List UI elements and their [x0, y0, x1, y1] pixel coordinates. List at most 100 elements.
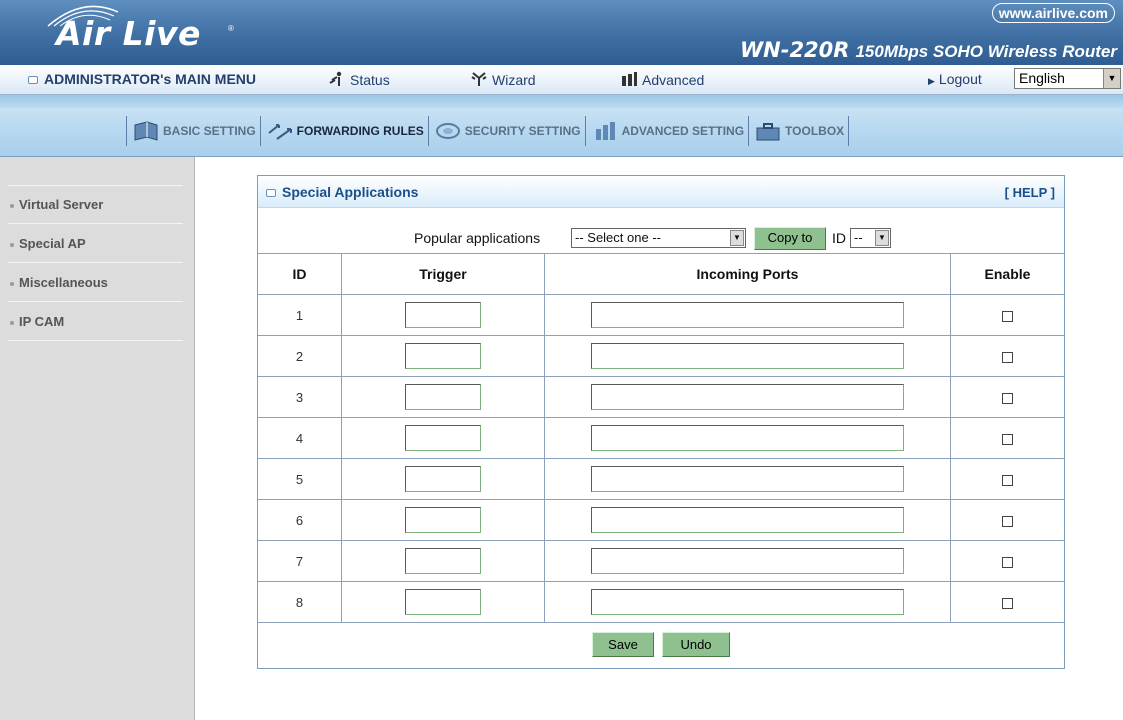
save-button[interactable]: Save [592, 632, 654, 657]
enable-cell [950, 458, 1064, 500]
enable-cell [950, 540, 1064, 582]
column-header-enable: Enable [950, 253, 1064, 295]
wizard-label: Wizard [492, 72, 536, 88]
tab-basic-setting[interactable]: BASIC SETTING [126, 116, 260, 146]
trigger-cell [341, 417, 545, 459]
advanced-menu[interactable]: Advanced [620, 71, 704, 88]
dropdown-arrow-icon: ▼ [730, 230, 744, 246]
trigger-cell [341, 458, 545, 500]
enable-cell [950, 376, 1064, 418]
notebook-icon [134, 121, 158, 141]
tab-label: FORWARDING RULES [296, 124, 424, 138]
table-row: 7 [258, 540, 1064, 582]
enable-checkbox[interactable] [1002, 515, 1013, 527]
trigger-input[interactable] [405, 548, 481, 574]
incoming-ports-input[interactable] [591, 343, 904, 369]
enable-checkbox[interactable] [1002, 310, 1013, 322]
incoming-ports-cell [544, 581, 951, 623]
admin-main-menu-label: ADMINISTRATOR's MAIN MENU [44, 71, 257, 87]
trigger-input[interactable] [405, 425, 481, 451]
trigger-input[interactable] [405, 466, 481, 492]
tab-label: TOOLBOX [785, 124, 845, 138]
sidebar-item-virtual-server[interactable]: Virtual Server [8, 186, 183, 224]
wizard-menu[interactable]: Wizard [470, 71, 536, 88]
enable-checkbox[interactable] [1002, 351, 1013, 363]
bullet-icon [10, 203, 14, 208]
panel-title-text: Special Applications [282, 184, 419, 200]
enable-cell [950, 581, 1064, 623]
table-row: 4 [258, 417, 1064, 459]
tab-label: ADVANCED SETTING [621, 124, 745, 138]
enable-checkbox[interactable] [1002, 392, 1013, 404]
header-stripe [0, 95, 1123, 108]
toolbox-icon [756, 123, 780, 141]
incoming-ports-input[interactable] [591, 589, 904, 615]
row-id: 4 [258, 417, 342, 459]
status-icon [329, 71, 342, 86]
arrows-icon [268, 124, 292, 140]
enable-checkbox[interactable] [1002, 433, 1013, 445]
enable-checkbox[interactable] [1002, 597, 1013, 609]
row-id: 3 [258, 376, 342, 418]
row-id: 5 [258, 458, 342, 500]
incoming-ports-input[interactable] [591, 466, 904, 492]
row-id: 8 [258, 581, 342, 623]
table-header-row: ID Trigger Incoming Ports Enable [258, 253, 1064, 295]
tab-toolbox[interactable]: TOOLBOX [748, 116, 850, 146]
form-actions: Save Undo [258, 618, 1064, 668]
sidebar-item-special-ap[interactable]: Special AP [8, 225, 183, 263]
category-nav: BASIC SETTING FORWARDING RULES SECURITY … [0, 108, 1123, 157]
trigger-input[interactable] [405, 507, 481, 533]
sidebar-item-label: Miscellaneous [19, 275, 108, 290]
row-id: 6 [258, 499, 342, 541]
wizard-icon [471, 72, 487, 86]
panel-title: Special Applications [266, 184, 418, 200]
sidebar-item-ip-cam[interactable]: IP CAM [8, 303, 183, 341]
sidebar-item-miscellaneous[interactable]: Miscellaneous [8, 264, 183, 302]
enable-checkbox[interactable] [1002, 556, 1013, 568]
trigger-cell [341, 376, 545, 418]
main-menu-bar: ADMINISTRATOR's MAIN MENU Status Wizard … [0, 65, 1123, 95]
enable-cell [950, 499, 1064, 541]
bullet-icon [10, 320, 14, 325]
enable-checkbox[interactable] [1002, 474, 1013, 486]
help-link[interactable]: [ HELP ] [1005, 185, 1055, 200]
trigger-input[interactable] [405, 343, 481, 369]
status-menu[interactable]: Status [328, 71, 390, 88]
panel-header: Special Applications [ HELP ] [258, 176, 1064, 208]
advanced-icon [622, 72, 637, 86]
copy-to-button[interactable]: Copy to [754, 227, 826, 250]
popular-applications-select[interactable]: -- Select one -- ▼ [571, 228, 746, 248]
dropdown-arrow-icon: ▼ [1103, 69, 1120, 88]
id-select[interactable]: -- ▼ [850, 228, 891, 248]
website-link[interactable]: www.airlive.com [991, 3, 1115, 23]
incoming-ports-cell [544, 417, 951, 459]
undo-button[interactable]: Undo [662, 632, 730, 657]
incoming-ports-input[interactable] [591, 425, 904, 451]
incoming-ports-input[interactable] [591, 507, 904, 533]
trigger-cell [341, 499, 545, 541]
table-row: 5 [258, 458, 1064, 500]
incoming-ports-input[interactable] [591, 548, 904, 574]
id-select-value: -- [854, 230, 863, 245]
tab-security-setting[interactable]: SECURITY SETTING [427, 116, 585, 146]
square-bullet-icon [266, 189, 276, 198]
incoming-ports-input[interactable] [591, 384, 904, 410]
incoming-ports-cell [544, 335, 951, 377]
trigger-input[interactable] [405, 302, 481, 328]
trigger-input[interactable] [405, 589, 481, 615]
admin-main-menu[interactable]: ADMINISTRATOR's MAIN MENU [28, 71, 256, 87]
column-header-id: ID [258, 253, 342, 295]
logout-link[interactable]: ▶ Logout [928, 71, 982, 87]
popular-applications-row: Popular applications -- Select one -- ▼ … [258, 208, 1064, 252]
trigger-input[interactable] [405, 384, 481, 410]
security-icon [435, 123, 460, 139]
language-select[interactable]: English ▼ [1014, 68, 1121, 89]
enable-cell [950, 294, 1064, 336]
sidebar-item-label: Special AP [19, 236, 86, 251]
sidebar-item-label: Virtual Server [19, 197, 104, 212]
tab-advanced-setting[interactable]: ADVANCED SETTING [584, 116, 748, 146]
tab-forwarding-rules[interactable]: FORWARDING RULES [259, 116, 428, 146]
incoming-ports-input[interactable] [591, 302, 904, 328]
table-row: 6 [258, 499, 1064, 541]
